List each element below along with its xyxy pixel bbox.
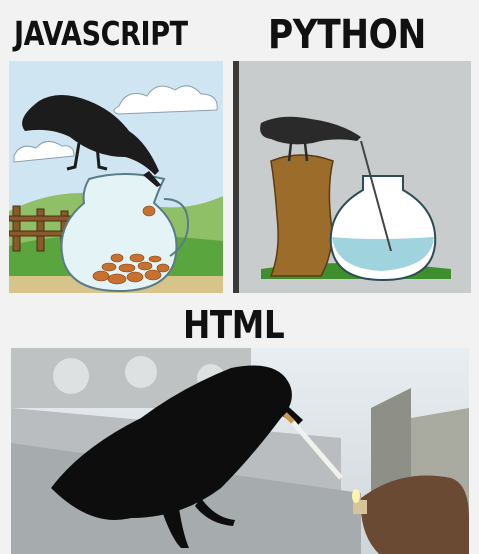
crow-cigarette-photo (11, 348, 469, 554)
flame (352, 489, 360, 503)
caption-javascript: JAVASCRIPT (14, 14, 188, 53)
crow-straw-bowl-illustration (233, 61, 471, 293)
caption-html: HTML (183, 303, 285, 347)
frame-edge (233, 61, 239, 293)
panel-python (233, 61, 471, 293)
crow-pitcher-stones-illustration (9, 61, 223, 293)
meme-canvas: JAVASCRIPT PYTHON HTML (0, 0, 479, 554)
panel-html (11, 348, 469, 554)
panel-javascript (9, 61, 223, 293)
stump (269, 154, 334, 277)
caption-python: PYTHON (268, 12, 426, 58)
